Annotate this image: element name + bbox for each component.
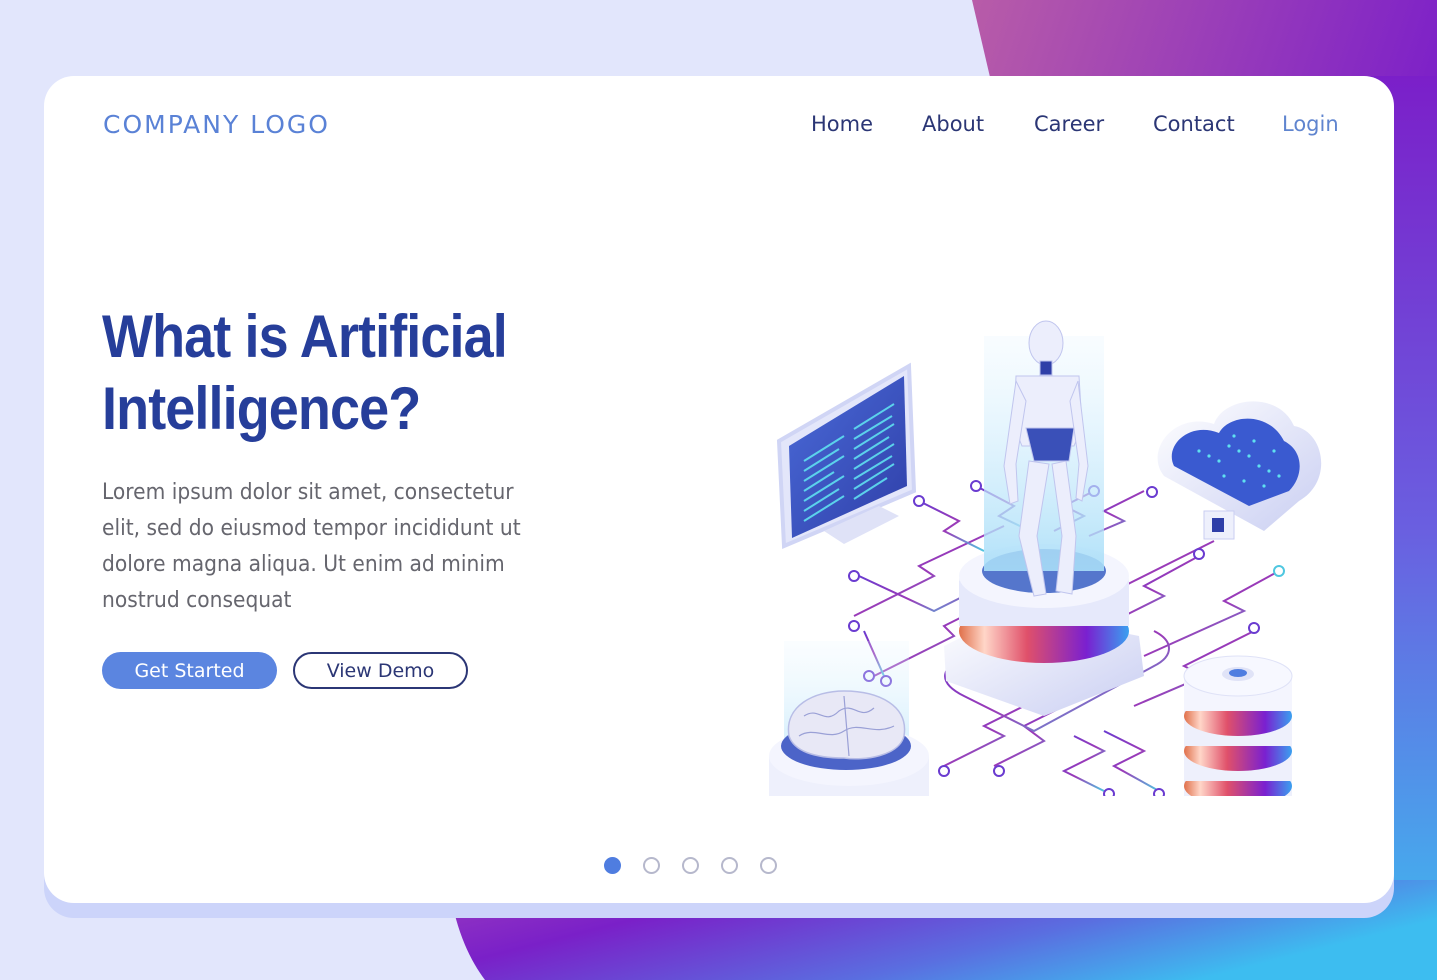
main-nav: Home About Career Contact Login xyxy=(44,112,1394,142)
ai-illustration xyxy=(769,320,1322,796)
database-icon xyxy=(1183,655,1293,796)
brain-icon xyxy=(769,641,929,796)
pagination-dot-2[interactable] xyxy=(643,857,660,874)
hero-description: Lorem ipsum dolor sit amet, consectetur … xyxy=(102,475,562,619)
nav-career[interactable]: Career xyxy=(1034,112,1104,136)
hero-description-line: elit, sed do eiusmod tempor incididunt u… xyxy=(102,516,521,541)
monitor-icon xyxy=(776,362,917,549)
pagination-dots xyxy=(604,857,777,874)
get-started-button[interactable]: Get Started xyxy=(102,652,277,689)
pagination-dot-1[interactable] xyxy=(604,857,621,874)
hero-description-line: dolore magna aliqua. Ut enim ad minim xyxy=(102,552,505,577)
hero-title-line2: Intelligence? xyxy=(102,375,421,442)
pagination-dot-3[interactable] xyxy=(682,857,699,874)
nav-contact[interactable]: Contact xyxy=(1153,112,1235,136)
nav-home[interactable]: Home xyxy=(811,112,873,136)
pagination-dot-5[interactable] xyxy=(760,857,777,874)
pagination-dot-4[interactable] xyxy=(721,857,738,874)
hero-title: What is Artificial Intelligence? xyxy=(102,301,570,445)
hero-title-line1: What is Artificial xyxy=(102,303,508,370)
hero-description-line: Lorem ipsum dolor sit amet, consectetur xyxy=(102,480,514,505)
nav-login[interactable]: Login xyxy=(1282,112,1339,136)
view-demo-button[interactable]: View Demo xyxy=(293,652,468,689)
nav-about[interactable]: About xyxy=(922,112,984,136)
landing-card: COMPANY LOGO Home About Career Contact L… xyxy=(44,76,1394,903)
hero-description-line: nostrud consequat xyxy=(102,588,292,613)
cloud-icon xyxy=(1157,401,1322,540)
